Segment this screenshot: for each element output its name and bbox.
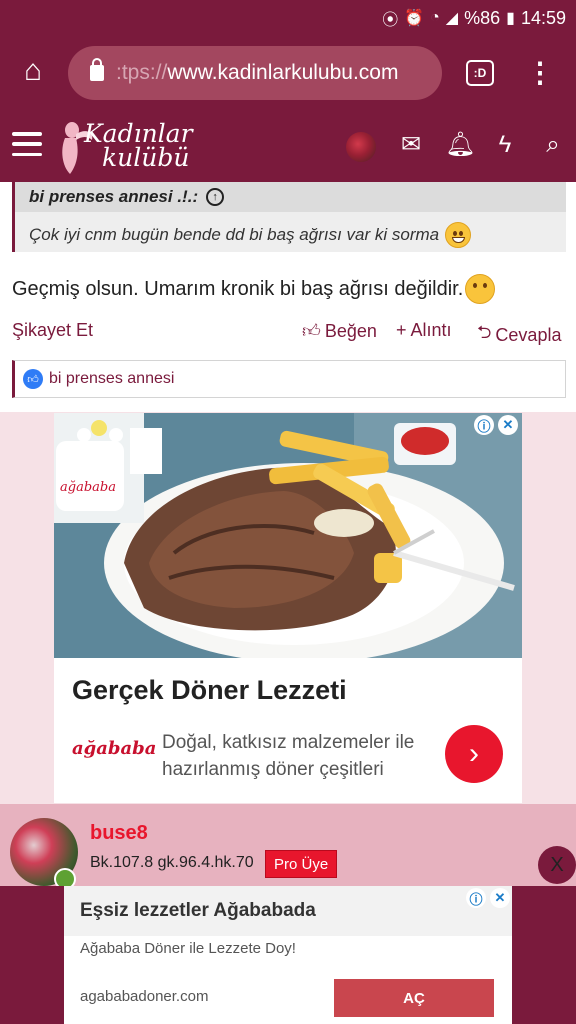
like-reaction-icon: 👍︎ <box>23 369 43 389</box>
like-icon: 👍︎ <box>302 321 321 341</box>
close-author-bar-button[interactable]: X <box>538 846 576 884</box>
plus-icon: + <box>396 320 407 340</box>
search-icon[interactable]: ⌕ <box>540 132 566 158</box>
bottom-ad-subtitle[interactable]: Ağababa Döner ile Lezzete Doy! <box>80 940 296 957</box>
quote-body: Çok iyi cnm bugün bende dd bi baş ağrısı… <box>15 212 566 258</box>
clock: 14:59 <box>520 7 566 28</box>
quote-header: bi prenses annesi .!.: ↑ <box>15 182 566 212</box>
author-name[interactable]: buse8 <box>90 822 148 845</box>
ad-banner[interactable]: ağababa ⓘ ✕ Gerçek Döner Lezzeti ağababa… <box>54 413 522 803</box>
ad-badges: ⓘ ✕ <box>474 415 518 435</box>
info-icon[interactable]: ⓘ <box>466 888 486 908</box>
reply-icon: ⮌ <box>477 322 492 342</box>
browser-toolbar: ⌂ :tps:// www.kadinlarkulubu.com :D ⋮ <box>0 36 576 110</box>
quote-block: bi prenses annesi .!.: ↑ Çok iyi cnm bug… <box>12 182 566 252</box>
battery-icon: ▮ <box>506 10 515 27</box>
post-message-text: Geçmiş olsun. Umarım kronik bi baş ağrıs… <box>12 277 464 300</box>
url-host: www.kadinlarkulubu.com <box>167 61 399 84</box>
home-icon[interactable]: ⌂ <box>16 56 50 90</box>
bottom-ad-url[interactable]: agababadoner.com <box>80 988 208 1005</box>
battery-percent: %86 <box>464 7 501 28</box>
reply-label: Cevapla <box>495 324 562 345</box>
signal-icon: ◢ <box>445 10 459 27</box>
lock-icon <box>90 58 104 81</box>
bottom-ad-open-button[interactable]: AÇ <box>334 979 494 1017</box>
bell-icon[interactable]: 🔔︎ <box>445 132 475 158</box>
post-content: bi prenses annesi .!.: ↑ Çok iyi cnm bug… <box>0 182 576 412</box>
quote-author[interactable]: bi prenses annesi .!.: <box>29 187 198 207</box>
ad-brand-logo[interactable]: ağababa <box>72 738 156 774</box>
site-logo[interactable]: Kadınlar kulübü <box>58 118 198 176</box>
post-message: Geçmiş olsun. Umarım kronik bi baş ağrıs… <box>12 274 496 304</box>
bottom-ad-badges: ⓘ ✕ <box>466 888 510 908</box>
mail-icon[interactable]: ✉ <box>398 132 424 158</box>
like-button[interactable]: 👍︎ Beğen <box>302 320 377 342</box>
quote-button[interactable]: + Alıntı <box>396 320 452 341</box>
smile-emoji-icon <box>465 274 496 304</box>
status-bar: ⦿ ⏰ ◔ ◢ %86 ▮ 14:59 <box>0 0 576 36</box>
post-actions: Şikayet Et 👍︎ Beğen + Alıntı ⮌ Cevapla <box>12 320 564 346</box>
reactions-user[interactable]: bi prenses annesi <box>49 370 174 388</box>
quote-label: Alıntı <box>410 320 452 340</box>
location-icon: ⦿ <box>382 12 399 29</box>
kebab-menu-icon[interactable]: ⋮ <box>526 56 554 90</box>
doner-plate-image: ağababa <box>54 413 522 658</box>
alarm-icon: ⏰ <box>404 10 425 27</box>
hamburger-icon[interactable] <box>12 132 42 156</box>
quote-text: Çok iyi cnm bugün bende dd bi baş ağrısı… <box>29 225 440 244</box>
user-avatar[interactable] <box>346 132 376 162</box>
site-header: Kadınlar kulübü ✉ 🔔︎ ϟ ⌕ <box>0 110 576 182</box>
photo-brand: ağababa <box>60 480 116 495</box>
address-bar[interactable]: :tps:// www.kadinlarkulubu.com <box>68 46 442 100</box>
ad-description[interactable]: Doğal, katkısız malzemeler ile hazırlanm… <box>162 729 422 783</box>
close-icon[interactable]: ✕ <box>490 888 510 908</box>
ad-image[interactable]: ağababa ⓘ ✕ <box>54 413 522 658</box>
bottom-ad-title[interactable]: Eşsiz lezzetler Ağababada <box>80 900 316 922</box>
info-icon[interactable]: ⓘ <box>474 415 494 435</box>
author-bar: buse8 Bk.107.8 gk.96.4.hk.70 Pro Üye <box>0 804 576 890</box>
url-prefix: :tps:// <box>116 61 168 84</box>
pro-member-badge: Pro Üye <box>265 850 338 878</box>
close-icon[interactable]: ✕ <box>498 415 518 435</box>
arrow-up-circle-icon[interactable]: ↑ <box>206 188 225 206</box>
report-link[interactable]: Şikayet Et <box>12 320 93 341</box>
reactions-bar: 👍︎ bi prenses annesi <box>12 360 566 398</box>
like-label: Beğen <box>324 320 377 341</box>
ad-headline[interactable]: Gerçek Döner Lezzeti <box>72 675 347 706</box>
reply-button[interactable]: ⮌ Cevapla <box>477 320 561 350</box>
author-stats: Bk.107.8 gk.96.4.hk.70 <box>90 854 254 871</box>
logo-line2: kulübü <box>102 143 190 172</box>
lightning-icon[interactable]: ϟ <box>492 132 518 158</box>
chevron-right-icon[interactable]: › <box>445 725 503 783</box>
bottom-ad[interactable]: Eşsiz lezzetler Ağababada ⓘ ✕ Ağababa Dö… <box>64 886 512 1024</box>
grin-emoji-icon <box>445 222 472 248</box>
tabs-icon[interactable]: :D <box>466 60 494 86</box>
wifi-icon: ◔ <box>430 9 440 26</box>
